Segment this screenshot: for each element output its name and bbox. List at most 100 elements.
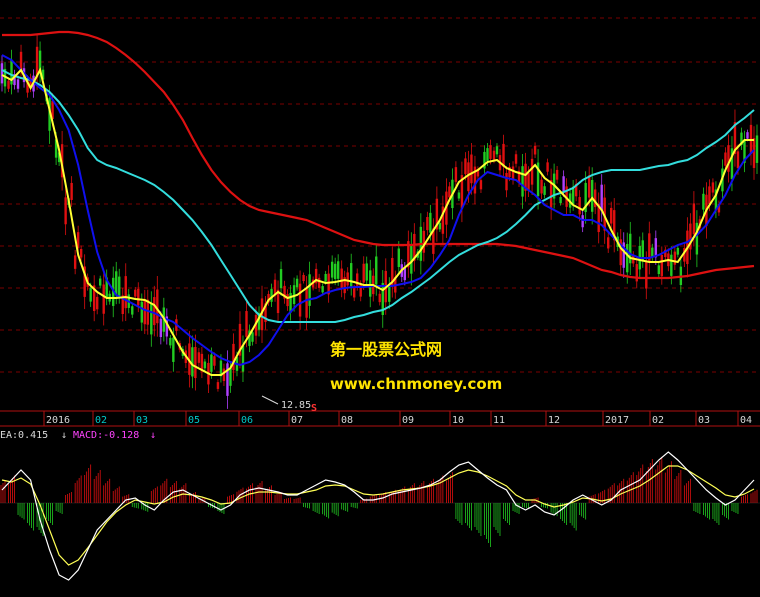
candle-body	[555, 169, 559, 180]
candle-body	[298, 283, 302, 317]
candle-body	[98, 278, 102, 286]
ma-red-line	[2, 30, 755, 280]
candle-body	[340, 268, 343, 290]
candle-body	[711, 182, 715, 193]
candle-body	[70, 182, 73, 200]
candle-body	[317, 277, 321, 288]
candle-body	[654, 238, 658, 258]
dea-label: EA:0.415	[0, 430, 48, 441]
macd-arrow: ↓	[150, 430, 156, 441]
candle-body	[540, 179, 543, 194]
candle-body	[457, 192, 461, 199]
candle-body	[426, 217, 429, 231]
candle-body	[562, 176, 565, 191]
candle-body	[251, 332, 254, 342]
candle-body	[19, 51, 23, 70]
time-tick-label: 03	[136, 415, 148, 426]
time-tick-label: 2016	[46, 415, 70, 426]
candle-body	[708, 186, 711, 205]
candle-body	[438, 222, 442, 230]
candle-body	[702, 193, 705, 210]
candle-body	[486, 148, 489, 161]
candle-body	[137, 288, 140, 306]
candle-body	[0, 63, 4, 84]
candle-body	[336, 261, 340, 279]
candle-body	[464, 158, 467, 175]
time-tick-label: 08	[341, 415, 353, 426]
candle-body	[514, 154, 518, 164]
candle-body	[546, 162, 549, 172]
ma-blue-line	[1, 54, 755, 367]
candle-body	[369, 270, 372, 297]
candle-body	[270, 288, 273, 302]
candle-body	[89, 288, 92, 302]
candle-body	[350, 263, 353, 287]
candle-body	[295, 278, 299, 288]
candle-body	[346, 272, 349, 286]
candle-body	[736, 151, 740, 169]
time-tick-label: 07	[291, 415, 303, 426]
candle-body	[660, 254, 664, 277]
candle-body	[321, 286, 324, 293]
candle-body	[489, 145, 492, 159]
candle-body	[645, 262, 648, 289]
macd-histogram	[0, 456, 758, 547]
candle-body	[216, 382, 220, 389]
candle-body	[118, 276, 121, 296]
candle-body	[429, 212, 432, 233]
candle-body	[527, 173, 530, 191]
candle-body	[292, 285, 296, 305]
dea-arrow: ↓	[61, 430, 67, 441]
candle-body	[134, 289, 137, 297]
candle-body	[210, 354, 213, 372]
candle-body	[581, 215, 584, 228]
candle-body	[673, 251, 677, 265]
time-tick-label: 2017	[605, 415, 629, 426]
candle-body	[172, 337, 175, 362]
low-flag: S	[311, 403, 317, 414]
ma-cyan-line	[1, 69, 755, 323]
candle-body	[511, 166, 515, 180]
candle-body	[305, 287, 308, 318]
candle-body	[600, 184, 603, 212]
time-tick-label: 11	[493, 415, 505, 426]
candle-body	[286, 294, 289, 307]
candle-body	[241, 345, 245, 372]
candle-body	[692, 203, 696, 235]
candle-body	[302, 274, 305, 282]
macd-label: MACD:-0.128	[73, 430, 139, 441]
candle-body	[610, 207, 613, 224]
candle-body	[365, 263, 368, 281]
candle-body	[229, 368, 232, 386]
candle-body	[279, 269, 283, 289]
candle-body	[153, 297, 156, 326]
candle-body	[64, 197, 67, 225]
candle-body	[533, 145, 537, 155]
candle-body	[495, 146, 499, 155]
time-tick-label: 02	[95, 415, 107, 426]
low-price-label: 12.85	[281, 400, 311, 411]
candle-body	[194, 346, 197, 379]
candle-body	[73, 255, 77, 269]
time-tick-label: 05	[188, 415, 200, 426]
candle-body	[124, 276, 127, 309]
stock-chart: 2016 02 03 05 06 07 08 09 10 11 12 2017 02 03 04 12.85…	[0, 17, 760, 581]
candle-body	[397, 248, 400, 268]
candle-body	[746, 132, 749, 139]
candle-body	[593, 189, 597, 208]
time-tick-label: 12	[548, 415, 560, 426]
candle-body	[727, 145, 730, 172]
candle-body	[470, 154, 473, 184]
watermark-title: 第一股票公式网	[330, 340, 442, 359]
candle-body	[197, 352, 201, 363]
candle-body	[590, 179, 594, 212]
candle-body	[578, 197, 581, 215]
candle-body	[752, 138, 756, 168]
candle-body	[559, 197, 562, 204]
candle-body	[143, 299, 146, 325]
candle-body	[410, 244, 413, 274]
candle-body	[324, 273, 327, 282]
candle-body	[375, 256, 378, 285]
candle-body	[245, 311, 248, 337]
candle-body	[502, 143, 505, 167]
